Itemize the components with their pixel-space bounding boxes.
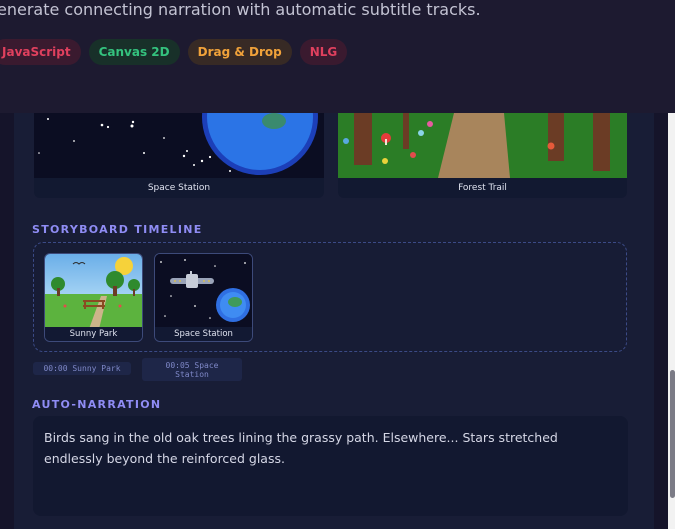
- timeline-clip-space-station[interactable]: Space Station: [154, 253, 253, 342]
- timeline-clip-sunny-park[interactable]: Sunny Park: [44, 253, 143, 342]
- clip-label: Sunny Park: [45, 327, 142, 341]
- space-station-preview: [34, 113, 324, 178]
- timestamp-label: 00:00 Sunny Park: [33, 362, 131, 375]
- forest-trail-preview: [338, 113, 627, 178]
- sunny-park-preview: [45, 254, 142, 329]
- space-station-clip-preview: [155, 254, 252, 329]
- timeline-heading: STORYBOARD TIMELINE: [32, 223, 203, 236]
- timestamp-line: Station: [175, 369, 209, 379]
- scene-label: Forest Trail: [458, 183, 507, 193]
- tag-canvas-2d: Canvas 2D: [88, 39, 180, 65]
- scene-card-space-station[interactable]: Space Station: [34, 113, 324, 198]
- narration-heading: AUTO-NARRATION: [32, 398, 162, 411]
- timestamp-line: 00:05 Space: [165, 360, 219, 370]
- page-subtitle: enerate connecting narration with automa…: [0, 0, 481, 19]
- header: enerate connecting narration with automa…: [0, 0, 675, 113]
- narration-text-box[interactable]: Birds sang in the old oak trees lining t…: [33, 416, 628, 516]
- scene-card-forest-trail[interactable]: Forest Trail: [338, 113, 627, 198]
- tag-nlg: NLG: [299, 39, 348, 65]
- timestamp-label: 00:05 Space Station: [142, 358, 242, 381]
- scrollbar-thumb[interactable]: [670, 370, 675, 498]
- tag-drag-drop: Drag & Drop: [187, 39, 292, 65]
- scene-label: Space Station: [147, 183, 211, 193]
- tag-javascript: JavaScript: [0, 39, 81, 65]
- clip-label: Space Station: [155, 327, 252, 341]
- tag-list: JavaScript Canvas 2D Drag & Drop NLG: [0, 39, 348, 65]
